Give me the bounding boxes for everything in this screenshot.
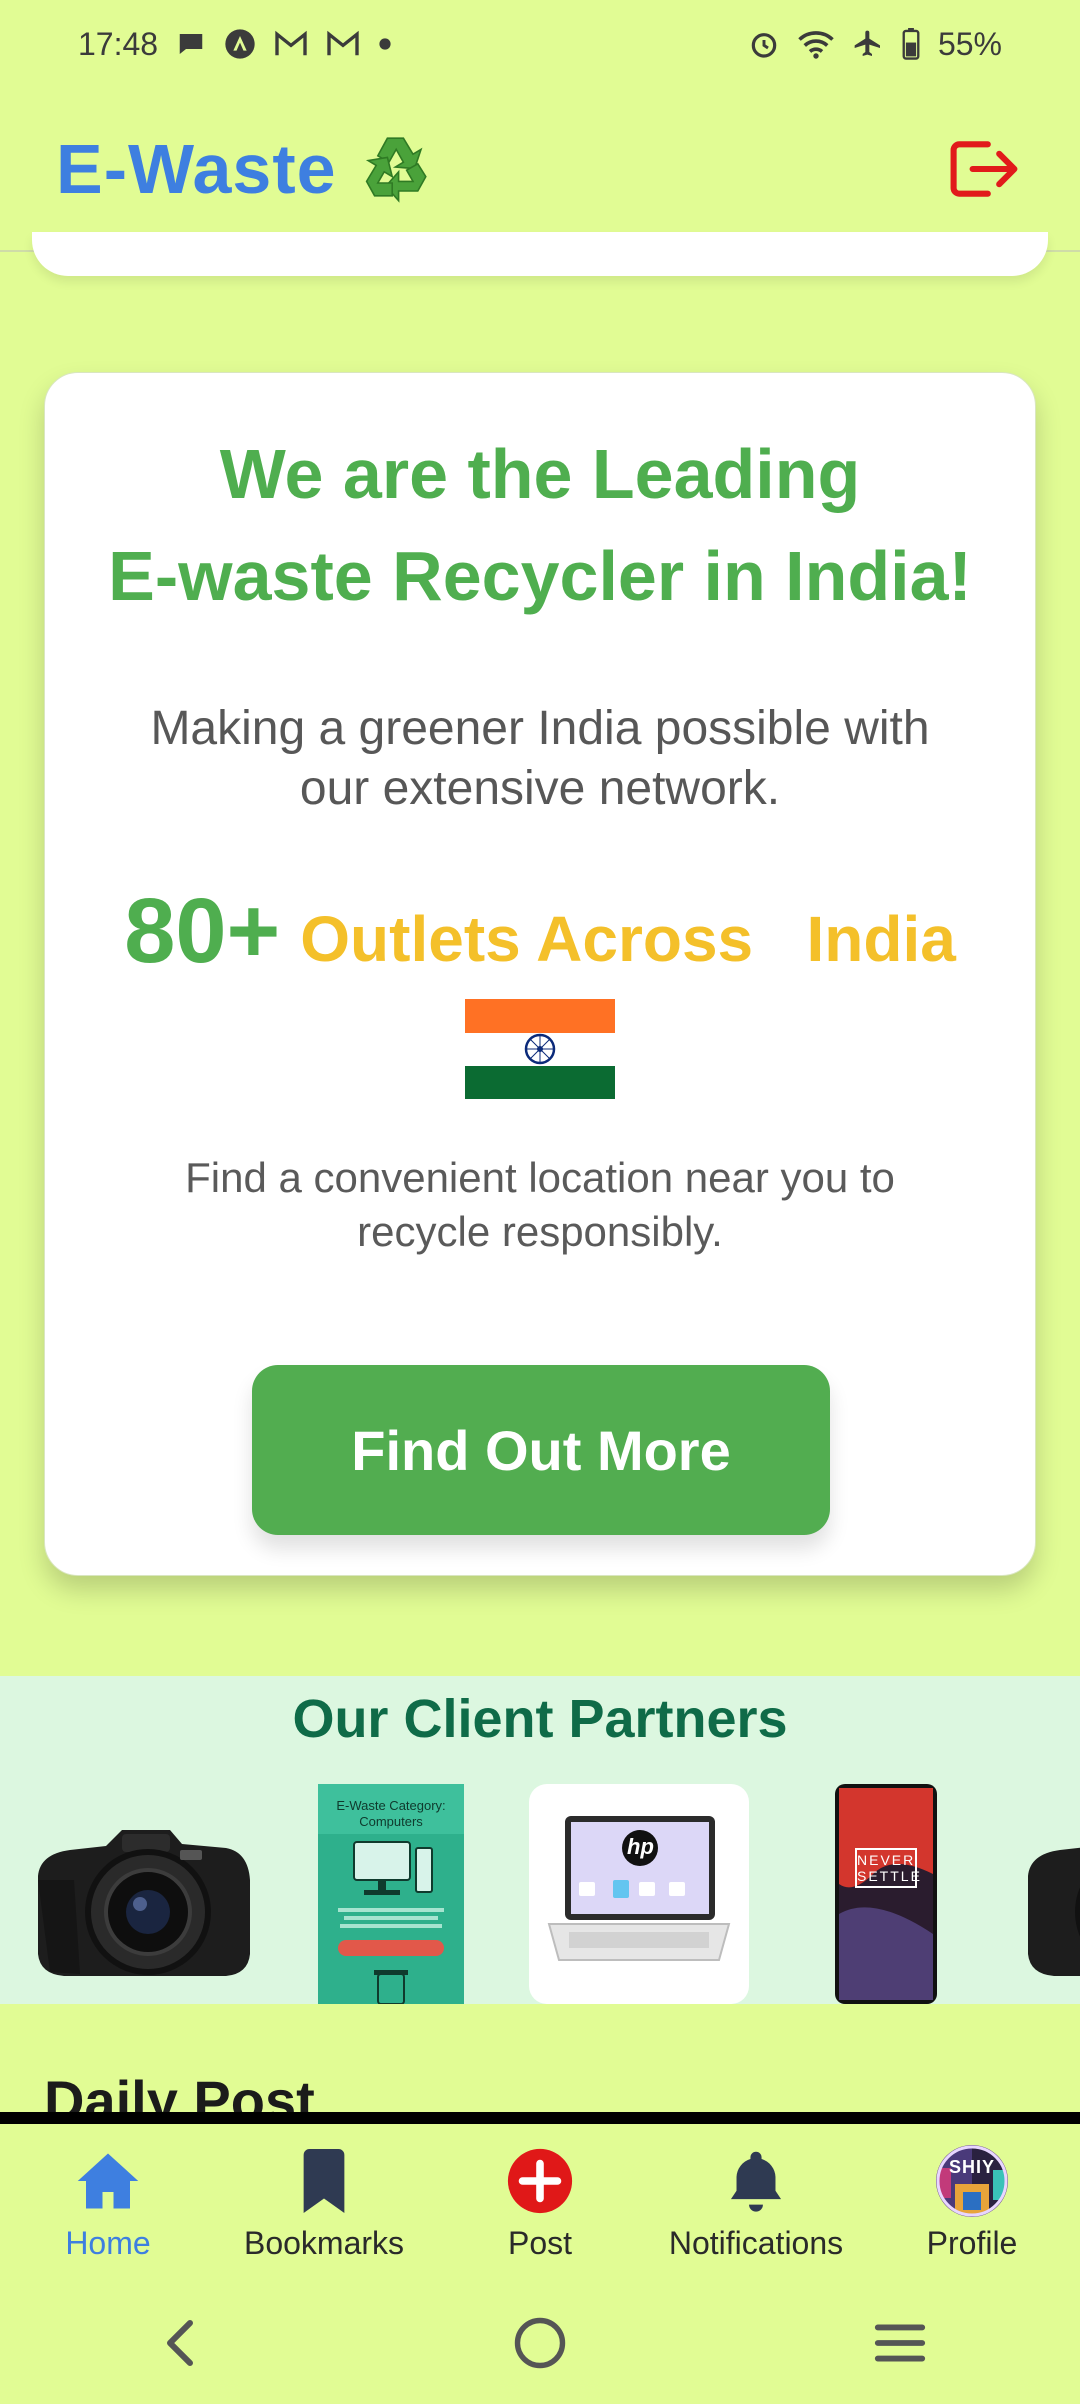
partners-carousel[interactable]: E-Waste Category: Computers hp NEVER SET…: [0, 1784, 1080, 2006]
bookmark-icon: [300, 2145, 348, 2217]
plus-circle-icon: [505, 2145, 575, 2217]
hero-title: We are the Leading E-waste Recycler in I…: [45, 423, 1035, 627]
status-time: 17:48: [78, 25, 159, 62]
wifi-icon: [798, 29, 834, 59]
app-header: E-Waste: [0, 88, 1080, 252]
nav-home[interactable]: Home: [0, 2145, 216, 2262]
partners-title: Our Client Partners: [292, 1689, 788, 1749]
outlets-label: Outlets Across India: [300, 903, 956, 975]
alarm-icon: [748, 28, 780, 60]
hero-description: Find a convenient location near you to r…: [185, 1154, 895, 1255]
recents-button[interactable]: [840, 2303, 960, 2383]
home-icon: [75, 2145, 141, 2217]
outlets-stat: 80+ Outlets Across India: [45, 885, 1035, 977]
nav-post-label: Post: [507, 2224, 573, 2261]
hero-subtitle: Making a greener India possible with our…: [150, 702, 930, 815]
partner-brochure-image[interactable]: E-Waste Category: Computers: [318, 1784, 464, 2004]
app-a-icon: [224, 28, 256, 60]
system-nav-bar: [0, 2282, 1080, 2404]
partner-camera-image[interactable]: [30, 1784, 256, 2004]
india-flag-icon: [465, 999, 615, 1099]
previous-card-edge: [32, 232, 1048, 276]
nav-divider: [0, 2112, 1080, 2124]
bottom-nav: Home Bookmarks Post Notifications SHIY P…: [0, 2124, 1080, 2282]
phone-screen-text: NEVER SETTLE: [855, 1848, 920, 1888]
app-title: E-Waste: [56, 130, 337, 208]
phone-text-1: NEVER: [857, 1852, 916, 1868]
find-out-more-button[interactable]: Find Out More: [252, 1365, 830, 1535]
back-icon: [167, 2320, 193, 2366]
nav-notifications[interactable]: Notifications: [648, 2145, 864, 2262]
brand: E-Waste: [56, 127, 437, 212]
nav-notifications-label: Notifications: [668, 2224, 844, 2261]
nav-bookmarks-label: Bookmarks: [243, 2224, 405, 2261]
hero-title-line2: E-waste Recycler in India!: [108, 537, 972, 615]
menu-icon: [874, 2324, 926, 2362]
partner-camera-image[interactable]: [1020, 1784, 1080, 2004]
brochure-title: E-Waste Category: Computers: [318, 1784, 464, 1834]
home-circle-icon: [514, 2317, 566, 2369]
partner-laptop-image[interactable]: hp: [529, 1784, 749, 2004]
back-button[interactable]: [120, 2303, 240, 2383]
client-partners-section: Our Client Partners E-Waste Category: Co…: [0, 1676, 1080, 2004]
nav-profile[interactable]: SHIY Profile: [864, 2144, 1080, 2262]
recycle-icon: [357, 127, 437, 212]
nav-post[interactable]: Post: [432, 2145, 648, 2262]
status-bar: 17:48 55%: [0, 0, 1080, 88]
logout-button[interactable]: [944, 129, 1024, 209]
hero-title-line1: We are the Leading: [219, 435, 861, 513]
computer-icon: [338, 1841, 444, 2004]
avatar-text: SHIY: [948, 2156, 995, 2177]
partner-phone-image[interactable]: NEVER SETTLE: [833, 1784, 939, 2004]
airplane-mode-icon: [852, 28, 884, 60]
avatar: SHIY: [935, 2144, 1009, 2217]
more-dot-icon: [378, 37, 392, 51]
battery-icon: [902, 28, 920, 60]
nav-profile-label: Profile: [926, 2224, 1018, 2261]
home-system-button[interactable]: [480, 2303, 600, 2383]
outlets-count: 80+: [124, 880, 281, 982]
hero-card: We are the Leading E-waste Recycler in I…: [44, 372, 1036, 1576]
battery-percent: 55%: [937, 25, 1002, 62]
chat-icon: [176, 29, 206, 59]
nav-bookmarks[interactable]: Bookmarks: [216, 2145, 432, 2262]
bell-icon: [728, 2145, 784, 2217]
logout-icon: [950, 141, 1018, 197]
nav-home-label: Home: [65, 2224, 151, 2261]
gmail-icon: [326, 30, 360, 58]
hp-logo: hp: [627, 1834, 654, 1859]
gmail-icon: [274, 30, 308, 58]
phone-text-2: SETTLE: [857, 1868, 922, 1884]
